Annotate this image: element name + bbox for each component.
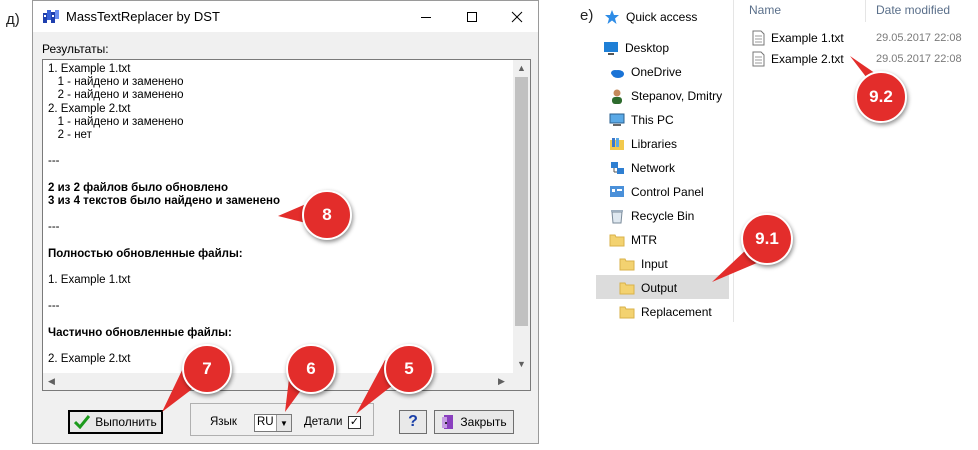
- callout-9-1: 9.1: [741, 213, 793, 265]
- callout-6: 6: [286, 344, 336, 394]
- callout-5: 5: [384, 344, 434, 394]
- callout-7: 7: [182, 344, 232, 394]
- callout-pointers: [162, 56, 882, 414]
- callout-8: 8: [302, 190, 352, 240]
- callout-9-2: 9.2: [855, 71, 907, 123]
